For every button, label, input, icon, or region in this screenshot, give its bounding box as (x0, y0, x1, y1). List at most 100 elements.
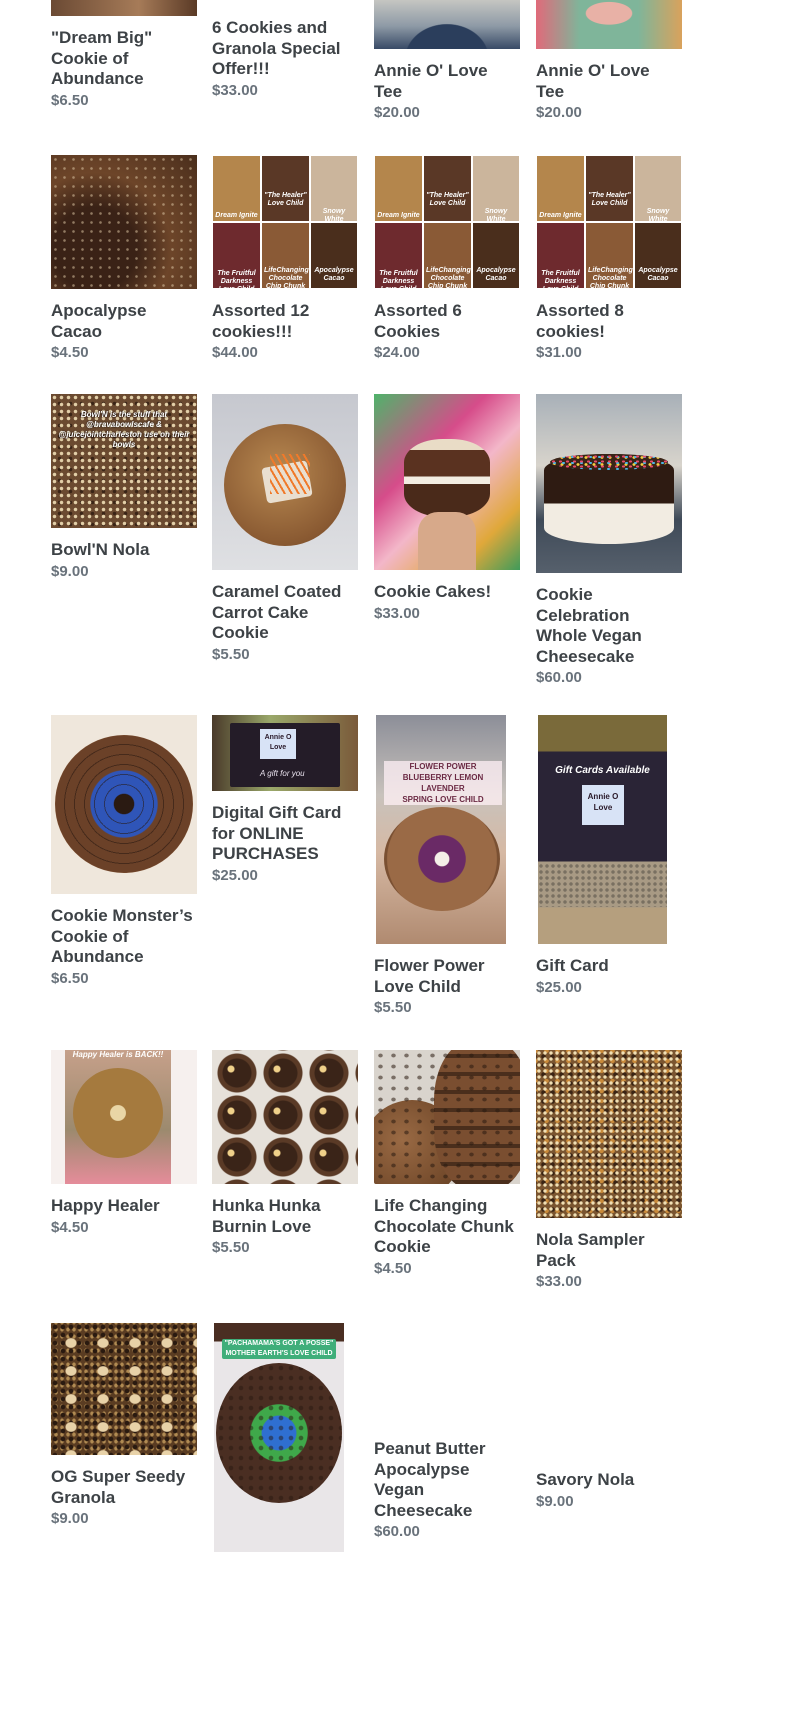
collage-label: LifeChanging Chocolate Chip Chunk (426, 267, 471, 289)
digital-gift-card-photo[interactable]: Annie O Love A gift for you (212, 715, 358, 791)
product-title[interactable]: OG Super Seedy Granola (51, 1467, 197, 1508)
product-title[interactable]: "Dream Big" Cookie of Abundance (51, 28, 197, 90)
product-title[interactable]: Caramel Coated Carrot Cake Cookie (212, 582, 358, 644)
product-card[interactable]: "Dream Big" Cookie of Abundance $6.50 (51, 0, 197, 110)
product-card[interactable]: Cookie Monster’s Cookie of Abundance $6.… (51, 715, 197, 988)
flower-caption: BLUEBERRY LEMON LAVENDER (402, 773, 484, 793)
assorted-collage-photo[interactable]: Dream Ignite "The Healer" Love Child Sno… (212, 155, 358, 289)
product-title[interactable]: Life Changing Chocolate Chunk Cookie (374, 1196, 520, 1258)
product-price: $25.00 (212, 866, 258, 884)
collage-label: Snowy White Apocalypse (322, 208, 346, 222)
product-title[interactable]: Savory Nola (536, 1470, 682, 1491)
product-title[interactable]: Annie O' Love Tee (374, 61, 520, 102)
product-card[interactable]: Cookie Celebration Whole Vegan Cheesecak… (536, 394, 682, 687)
product-price: $4.50 (374, 1259, 412, 1277)
carrot-cake-cookie-photo[interactable] (212, 394, 358, 570)
product-price: $20.00 (374, 104, 420, 121)
celebration-cheesecake-photo[interactable] (536, 394, 682, 573)
collage-label: The Fruitful Darkness Love Child (541, 270, 580, 288)
product-price: $5.50 (212, 645, 250, 663)
gift-card-banner: Gift Cards Available (555, 765, 650, 776)
tee-print-photo[interactable] (536, 0, 682, 49)
happy-healer-photo[interactable]: Happy Healer is BACK!! (51, 1050, 197, 1184)
nola-sampler-photo[interactable] (536, 1050, 682, 1218)
product-card[interactable]: Dream Ignite "The Healer" Love Child Sno… (536, 155, 682, 362)
product-title[interactable]: Cookie Monster’s Cookie of Abundance (51, 906, 197, 968)
product-price: $60.00 (536, 669, 582, 686)
product-card[interactable]: Apocalypse Cacao $4.50 (51, 155, 197, 362)
dream-big-cookie-photo[interactable] (51, 0, 197, 16)
product-title[interactable]: Happy Healer (51, 1196, 197, 1217)
product-title[interactable]: Assorted 12 cookies!!! (212, 301, 358, 342)
collage-label: Snowy White Apocalypse (646, 208, 670, 222)
product-card[interactable]: Bowl'N is the stuff that @bravabowlscafe… (51, 394, 197, 581)
product-title[interactable]: Bowl'N Nola (51, 540, 197, 561)
product-card[interactable]: Caramel Coated Carrot Cake Cookie $5.50 (212, 394, 358, 664)
apocalypse-cacao-photo[interactable] (51, 155, 197, 289)
assorted-collage-photo[interactable]: Dream Ignite "The Healer" Love Child Sno… (536, 155, 682, 289)
flower-caption: SPRING LOVE CHILD (402, 795, 484, 804)
product-price: $24.00 (374, 344, 420, 361)
product-price: $33.00 (212, 81, 258, 99)
collage-label: LifeChanging Chocolate Chip Chunk (264, 267, 309, 289)
collage-label: "The Healer" Love Child (588, 192, 631, 207)
product-card[interactable]: Annie O' Love Tee $20.00 (536, 0, 682, 122)
product-price: $6.50 (51, 969, 89, 987)
assorted-collage-photo[interactable]: Dream Ignite "The Healer" Love Child Sno… (374, 155, 520, 289)
product-title[interactable]: Assorted 8 cookies! (536, 301, 682, 342)
flower-caption-line: FLOWER POWER BLUEBERRY LEMON LAVENDER SP… (384, 761, 502, 805)
collage-label: "The Healer" Love Child (264, 192, 307, 207)
collage-label: LifeChanging Chocolate Chip Chunk (588, 267, 633, 289)
product-title[interactable]: Annie O' Love Tee (536, 61, 682, 102)
product-card[interactable]: 6 Cookies and Granola Special Offer!!! $… (212, 18, 358, 100)
product-price: $9.00 (51, 1510, 89, 1527)
pachamama-cookie-photo[interactable]: "PACHAMAMA'S GOT A POSSE" MOTHER EARTH'S… (212, 1323, 358, 1552)
product-title[interactable]: Hunka Hunka Burnin Love (212, 1196, 358, 1237)
product-price: $5.50 (212, 1239, 250, 1256)
pachamama-caption: MOTHER EARTH'S LOVE CHILD (225, 1350, 333, 1357)
collage-label: The Fruitful Darkness Love Child (379, 270, 418, 288)
hunka-hunka-photo[interactable] (212, 1050, 358, 1184)
collage-label: Snowy White Apocalypse (484, 208, 508, 222)
product-title[interactable]: Peanut Butter Apocalypse Vegan Cheesecak… (374, 1439, 520, 1521)
product-card[interactable]: "PACHAMAMA'S GOT A POSSE" MOTHER EARTH'S… (212, 1323, 358, 1552)
product-price: $9.00 (51, 562, 89, 580)
product-card[interactable]: Nola Sampler Pack $33.00 (536, 1050, 682, 1291)
flower-power-photo[interactable]: FLOWER POWER BLUEBERRY LEMON LAVENDER SP… (374, 715, 520, 944)
collage-label: Dream Ignite (215, 212, 258, 219)
product-card[interactable]: OG Super Seedy Granola $9.00 (51, 1323, 197, 1528)
product-card[interactable]: Gift Cards Available Annie O Love Gift C… (536, 715, 682, 997)
product-price: $4.50 (51, 344, 89, 361)
product-title[interactable]: Gift Card (536, 956, 682, 977)
product-title[interactable]: Digital Gift Card for ONLINE PURCHASES (212, 803, 358, 865)
collage-label: The Fruitful Darkness Love Child (217, 270, 256, 288)
gift-card-photo[interactable]: Gift Cards Available Annie O Love (536, 715, 682, 944)
product-title[interactable]: Nola Sampler Pack (536, 1230, 682, 1271)
product-title[interactable]: Cookie Celebration Whole Vegan Cheesecak… (536, 585, 682, 667)
product-card[interactable]: Dream Ignite "The Healer" Love Child Sno… (212, 155, 358, 362)
product-title[interactable]: Apocalypse Cacao (51, 301, 197, 342)
product-card[interactable]: Peanut Butter Apocalypse Vegan Cheesecak… (374, 1439, 520, 1541)
bowl-n-nola-photo[interactable]: Bowl'N is the stuff that @bravabowlscafe… (51, 394, 197, 528)
cookie-monster-photo[interactable] (51, 715, 197, 894)
product-card[interactable]: Life Changing Chocolate Chunk Cookie $4.… (374, 1050, 520, 1278)
product-card[interactable]: Annie O' Love Tee $20.00 (374, 0, 520, 122)
product-price: $33.00 (374, 604, 420, 622)
tee-model-photo[interactable] (374, 0, 520, 49)
product-title[interactable]: Assorted 6 Cookies (374, 301, 520, 342)
product-price: $6.50 (51, 91, 89, 109)
product-card[interactable]: Annie O Love A gift for you Digital Gift… (212, 715, 358, 885)
product-price: $9.00 (536, 1492, 574, 1510)
product-card[interactable]: Hunka Hunka Burnin Love $5.50 (212, 1050, 358, 1257)
life-changing-photo[interactable] (374, 1050, 520, 1184)
product-card[interactable]: Dream Ignite "The Healer" Love Child Sno… (374, 155, 520, 362)
product-card[interactable]: Happy Healer is BACK!! Happy Healer $4.5… (51, 1050, 197, 1237)
product-card[interactable]: Cookie Cakes! $33.00 (374, 394, 520, 623)
product-title[interactable]: Flower Power Love Child (374, 956, 520, 997)
product-title[interactable]: 6 Cookies and Granola Special Offer!!! (212, 18, 358, 80)
product-card[interactable]: Savory Nola $9.00 (536, 1470, 682, 1511)
product-title[interactable]: Cookie Cakes! (374, 582, 520, 603)
og-granola-photo[interactable] (51, 1323, 197, 1455)
product-card[interactable]: FLOWER POWER BLUEBERRY LEMON LAVENDER SP… (374, 715, 520, 1017)
cookie-cake-photo[interactable] (374, 394, 520, 570)
